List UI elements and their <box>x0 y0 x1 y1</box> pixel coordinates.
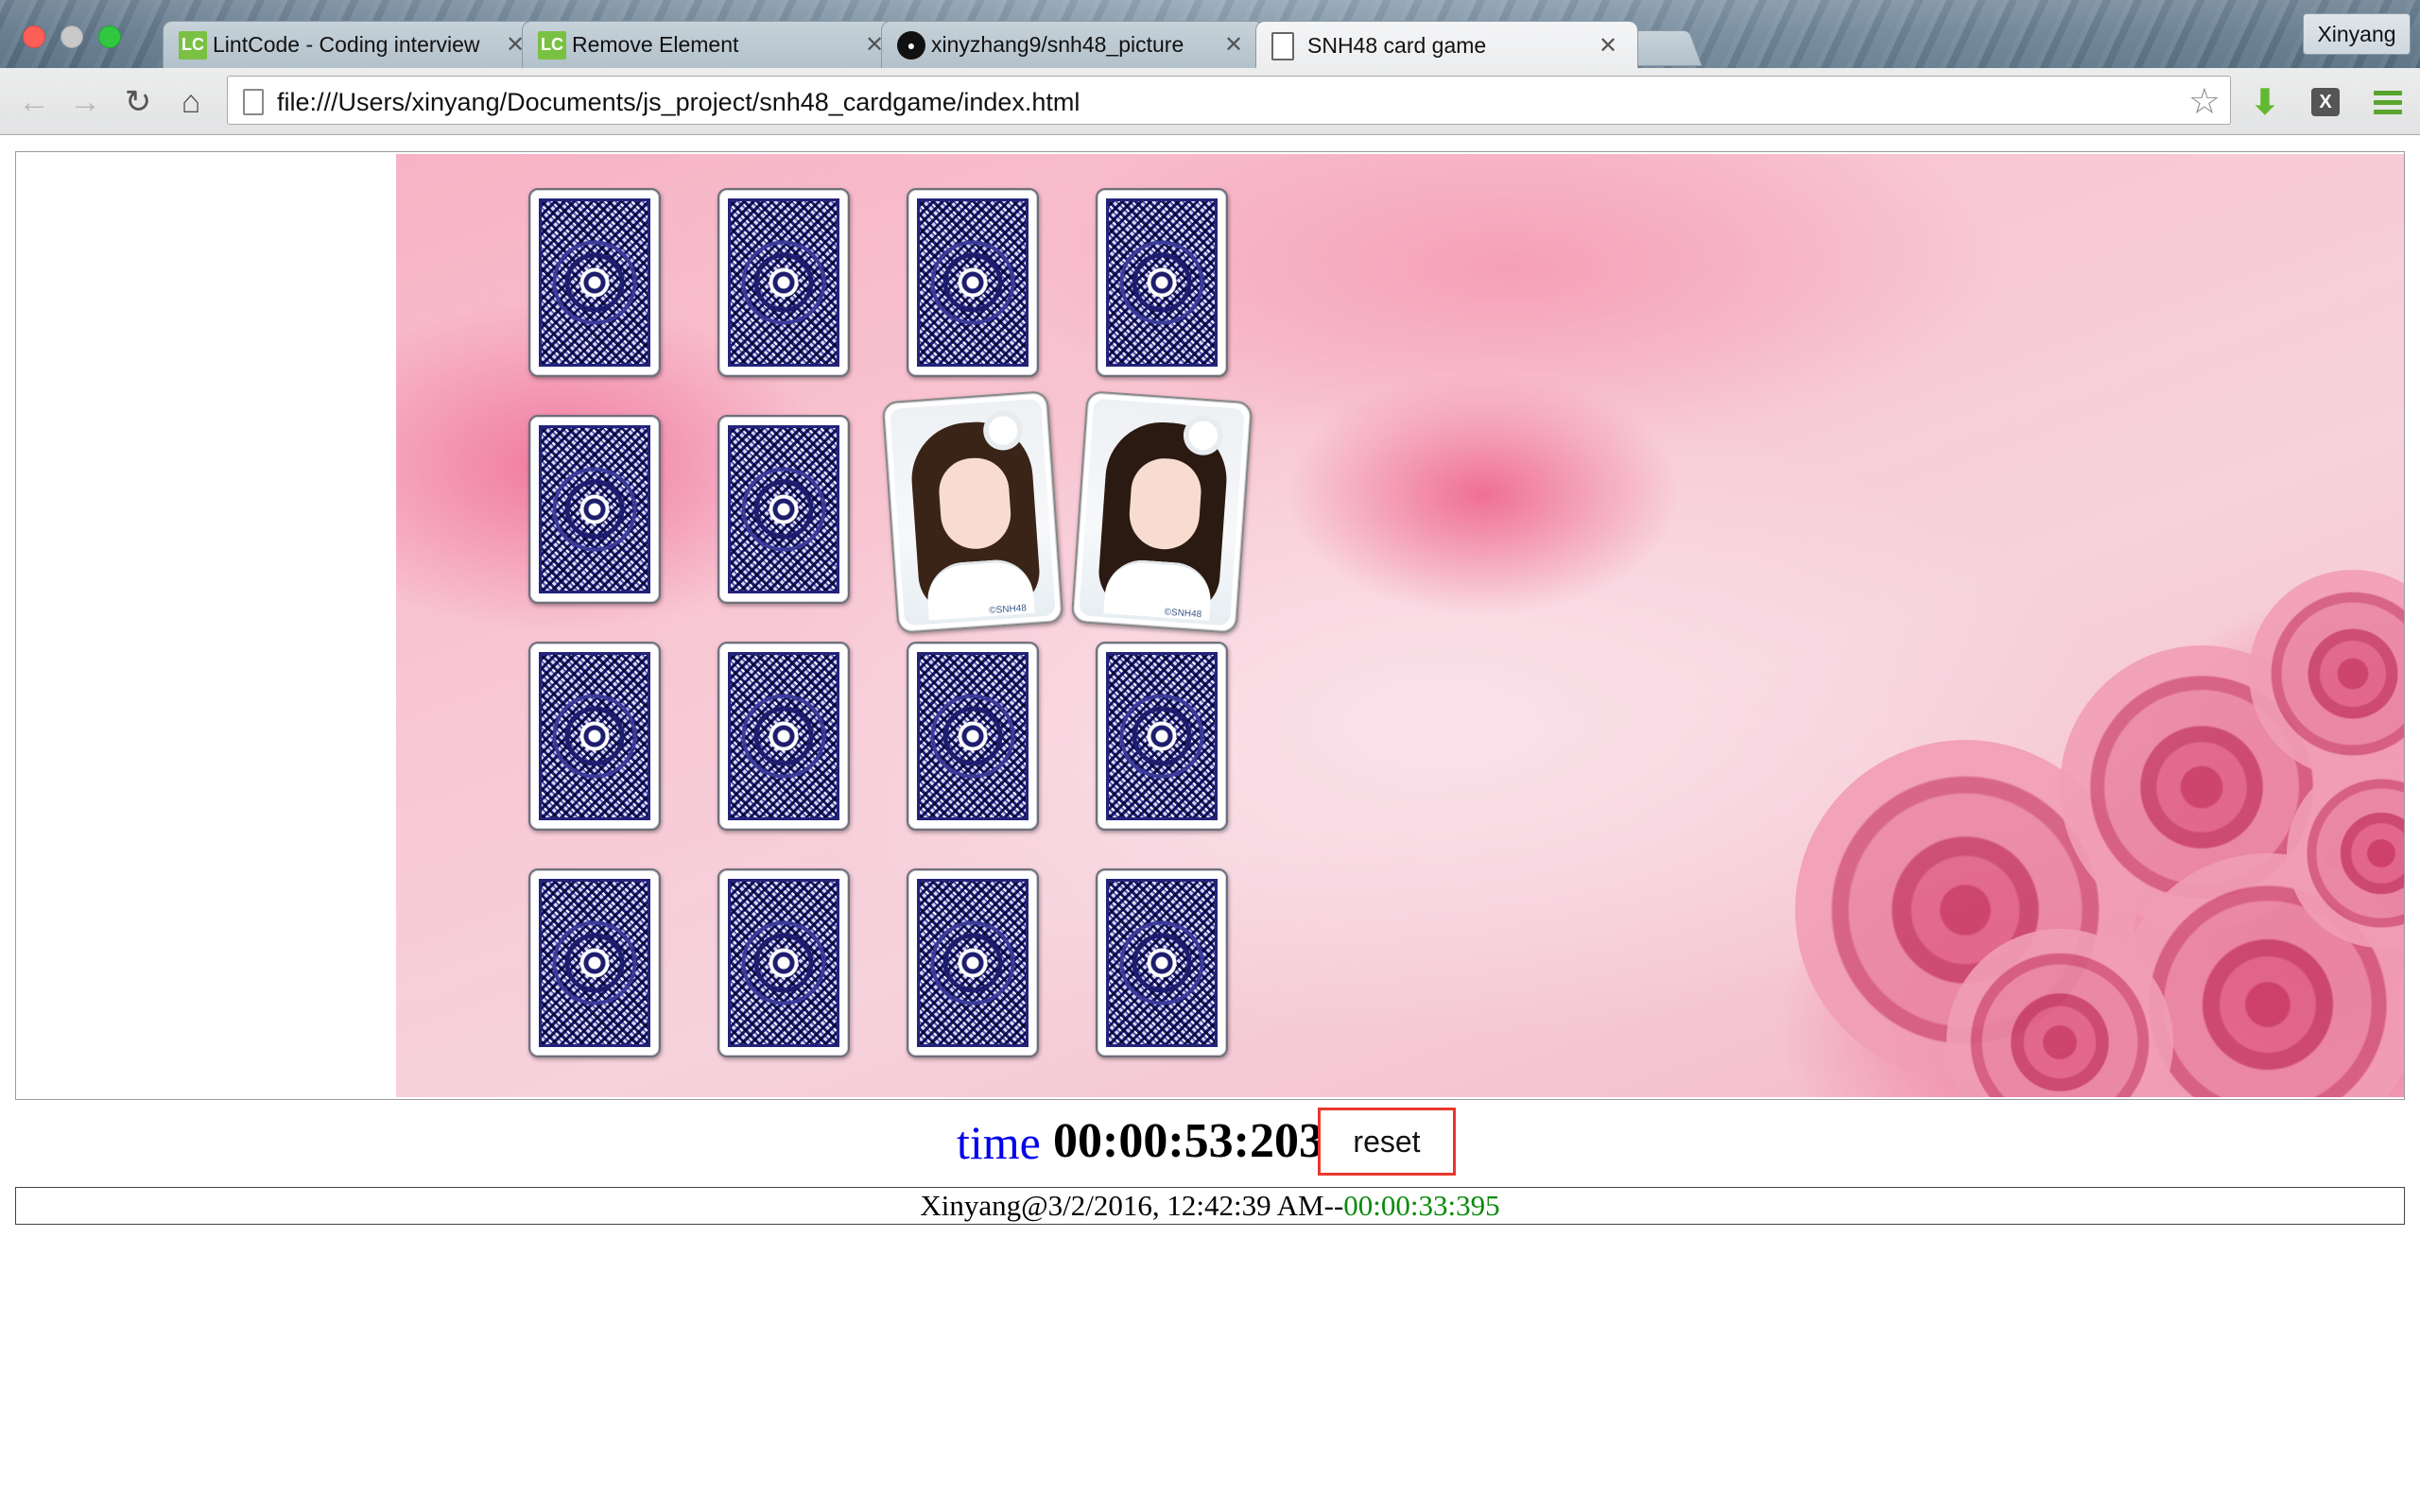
tab-close-icon[interactable]: ✕ <box>1221 31 1246 59</box>
forward-arrow-icon[interactable]: → <box>66 83 104 121</box>
url-text: file:///Users/xinyang/Documents/js_proje… <box>277 88 1080 116</box>
card-back-pattern <box>917 652 1028 820</box>
browser-tab-snh48-card-game[interactable]: SNH48 card game ✕ <box>1255 21 1638 68</box>
member-photo: ©SNH48 <box>890 398 1056 627</box>
hair-flower <box>1175 409 1232 461</box>
card-back-pattern <box>539 879 650 1047</box>
profile-button[interactable]: Xinyang <box>2303 13 2411 55</box>
github-favicon-icon: ● <box>897 30 925 60</box>
records-list: Xinyang@3/2/2016, 12:42:39 AM--00:00:33:… <box>15 1187 2405 1225</box>
card-face-down[interactable] <box>528 868 661 1057</box>
card-face-down[interactable] <box>907 642 1039 831</box>
lintcode-favicon-icon: LC <box>538 30 566 60</box>
browser-titlebar: LC LintCode - Coding interview ✕ LC Remo… <box>0 0 2420 68</box>
card-face-down[interactable] <box>1096 642 1228 831</box>
card-face-down[interactable] <box>1096 188 1228 377</box>
home-icon[interactable]: ⌂ <box>172 83 210 121</box>
timer-row: time 00:00:53:203 reset <box>0 1104 2420 1179</box>
tab-label: xinyzhang9/snh48_picture <box>931 32 1184 57</box>
bookmark-star-icon[interactable]: ☆ <box>2188 80 2221 123</box>
card-face-down[interactable] <box>907 188 1039 377</box>
photo-brand-label: ©SNH48 <box>1164 607 1202 621</box>
time-value: 00:00:53:203 <box>1053 1114 1323 1168</box>
card-face-down[interactable] <box>528 188 661 377</box>
extension-x-icon[interactable]: X <box>2307 83 2344 121</box>
card-face-down[interactable] <box>528 415 661 604</box>
download-arrow-icon[interactable]: ⬇ <box>2246 82 2284 121</box>
tab-label: LintCode - Coding interview <box>213 32 480 57</box>
card-back-pattern <box>1106 652 1218 820</box>
record-entry: Xinyang@3/2/2016, 12:42:39 AM--00:00:33:… <box>920 1189 1499 1223</box>
card-back-pattern <box>728 198 839 367</box>
card-face-up[interactable]: ©SNH48 <box>1070 390 1253 634</box>
card-back-pattern <box>1106 198 1218 367</box>
page-icon <box>243 89 264 115</box>
window-maximize-button[interactable] <box>98 26 121 48</box>
browser-tab-github[interactable]: ● xinyzhang9/snh48_picture ✕ <box>881 21 1264 68</box>
card-face-up[interactable]: ©SNH48 <box>881 390 1064 634</box>
reset-button[interactable]: reset <box>1318 1108 1456 1176</box>
extension-x-glyph: X <box>2311 88 2340 116</box>
hair-flower <box>975 404 1031 456</box>
card-face-down[interactable] <box>717 642 850 831</box>
card-back-pattern <box>728 425 839 593</box>
record-time: 00:00:33:395 <box>1343 1189 1500 1222</box>
reload-icon[interactable]: ↻ <box>119 83 157 121</box>
member-photo: ©SNH48 <box>1079 398 1245 627</box>
address-bar[interactable]: file:///Users/xinyang/Documents/js_proje… <box>227 76 2231 125</box>
time-label: time <box>957 1116 1041 1169</box>
lintcode-favicon-icon: LC <box>179 30 207 60</box>
tab-close-icon[interactable]: ✕ <box>1596 32 1620 60</box>
menu-hamburger-icon[interactable] <box>2369 83 2407 121</box>
card-back-pattern <box>539 425 650 593</box>
window-minimize-button[interactable] <box>60 26 83 48</box>
card-back-pattern <box>1106 879 1218 1047</box>
card-face-down[interactable] <box>528 642 661 831</box>
card-back-pattern <box>539 198 650 367</box>
card-face-down[interactable] <box>717 868 850 1057</box>
record-user-date: Xinyang@3/2/2016, 12:42:39 AM-- <box>920 1189 1344 1222</box>
tab-label: Remove Element <box>572 32 739 57</box>
photo-brand-label: ©SNH48 <box>988 603 1028 617</box>
back-arrow-icon[interactable]: ← <box>15 83 53 121</box>
card-board: ©SNH48 ©SNH48 <box>396 154 2404 1097</box>
game-container: ©SNH48 ©SNH48 <box>15 151 2405 1100</box>
card-face-down[interactable] <box>717 188 850 377</box>
card-face-down[interactable] <box>1096 868 1228 1057</box>
card-back-pattern <box>728 879 839 1047</box>
card-back-pattern <box>917 879 1028 1047</box>
browser-tab-lintcode[interactable]: LC LintCode - Coding interview ✕ <box>163 21 545 68</box>
tab-label: SNH48 card game <box>1307 33 1487 58</box>
document-favicon-icon <box>1271 31 1294 60</box>
window-close-button[interactable] <box>23 26 45 48</box>
card-back-pattern <box>539 652 650 820</box>
card-face-down[interactable] <box>717 415 850 604</box>
browser-toolbar: ← → ↻ ⌂ file:///Users/xinyang/Documents/… <box>0 68 2420 135</box>
card-back-pattern <box>917 198 1028 367</box>
card-back-pattern <box>728 652 839 820</box>
browser-tab-remove-element[interactable]: LC Remove Element ✕ <box>522 21 905 68</box>
card-face-down[interactable] <box>907 868 1039 1057</box>
